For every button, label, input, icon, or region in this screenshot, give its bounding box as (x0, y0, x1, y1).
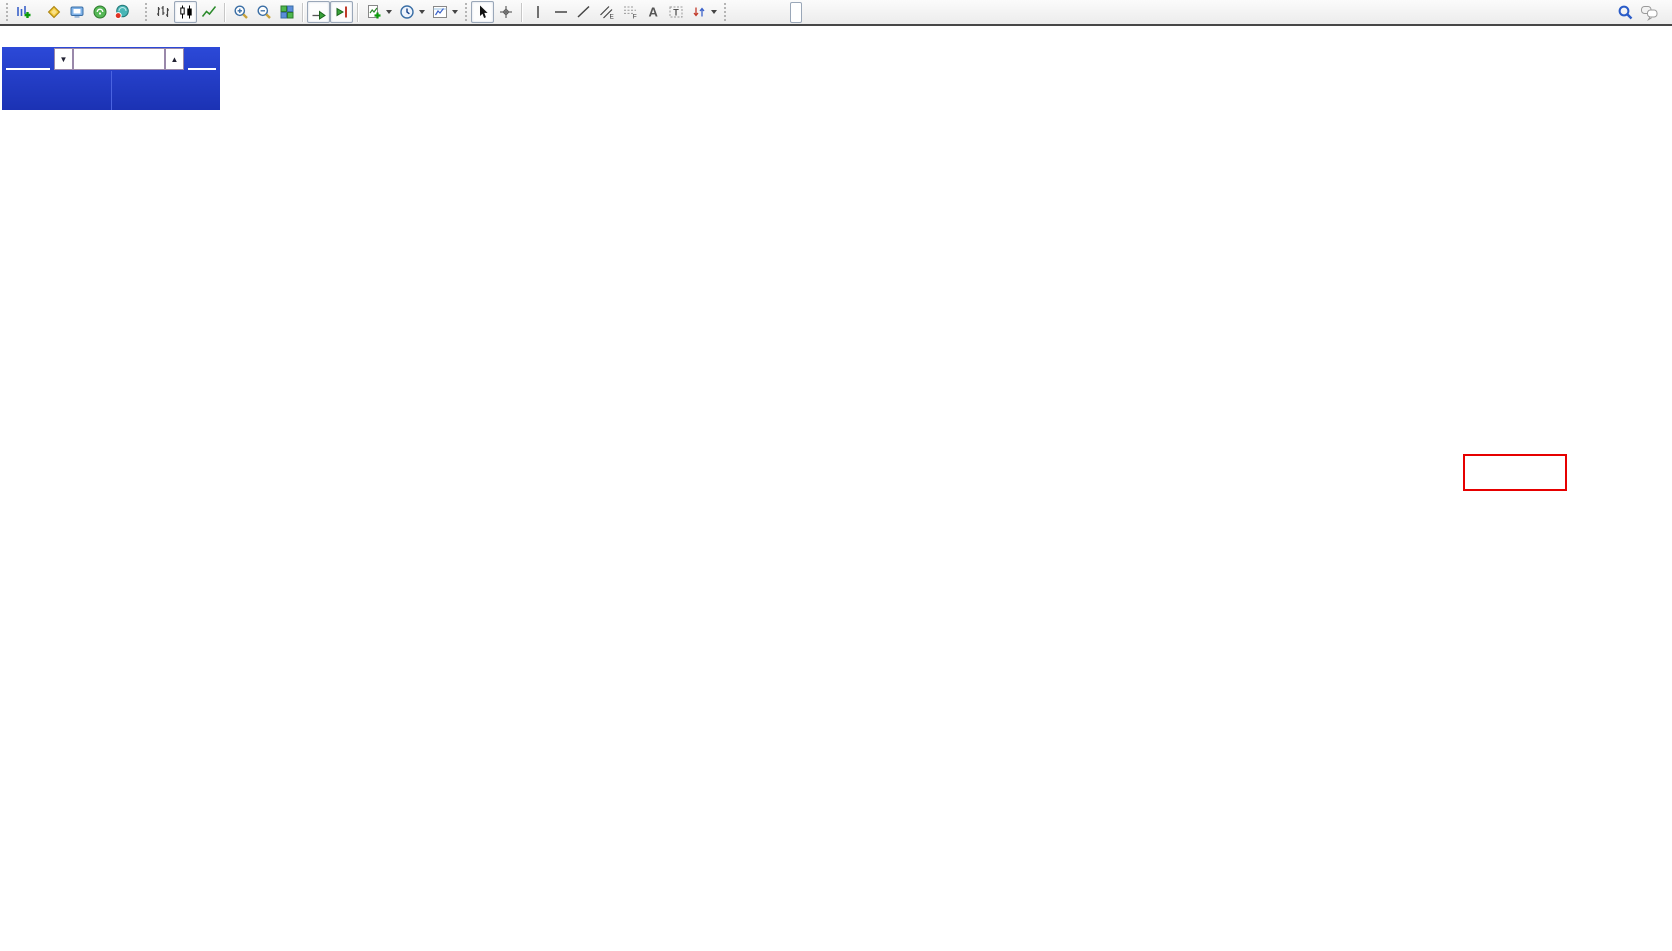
indicators-dropdown-caret[interactable] (386, 10, 392, 14)
new-order-icon (15, 4, 31, 20)
vertical-line-icon (530, 4, 546, 20)
indicators-button[interactable] (362, 1, 385, 23)
zoom-in-icon (233, 4, 249, 20)
fibonacci-icon: F (622, 4, 638, 20)
toolbar-grip[interactable] (6, 3, 8, 21)
text-label-button[interactable]: T (664, 1, 687, 23)
text-icon: A (645, 4, 661, 20)
bar-chart-icon (155, 4, 171, 20)
clock-icon (399, 4, 415, 20)
sell-underline (6, 68, 50, 70)
auto-scroll-button[interactable] (307, 1, 330, 23)
line-chart-icon (201, 4, 217, 20)
buy-button[interactable] (184, 47, 220, 71)
timeframe-h4-button[interactable] (790, 2, 802, 23)
macd-label (4, 570, 22, 606)
zoom-out-button[interactable] (252, 1, 275, 23)
svg-text:F: F (632, 14, 636, 21)
arrows-button[interactable] (687, 1, 710, 23)
fibonacci-button[interactable]: F (618, 1, 641, 23)
equidistant-channel-icon: E (599, 4, 615, 20)
toolbar-separator (224, 3, 225, 22)
line-chart-button[interactable] (197, 1, 220, 23)
search-icon (1617, 4, 1634, 21)
buy-underline (188, 68, 216, 70)
crosshair-button[interactable] (494, 1, 517, 23)
price-callout-box[interactable] (1463, 454, 1567, 491)
timeframe-w1-button[interactable] (814, 2, 826, 23)
templates-button[interactable] (428, 1, 451, 23)
trendline-icon (576, 4, 592, 20)
timeframe-h1-button[interactable] (778, 2, 790, 23)
periods-dropdown-caret[interactable] (419, 10, 425, 14)
timeframe-mn-button[interactable] (826, 2, 838, 23)
volume-input[interactable] (73, 48, 165, 70)
arrows-dropdown-caret[interactable] (711, 10, 717, 14)
bar-chart-button[interactable] (151, 1, 174, 23)
buy-price[interactable] (112, 71, 221, 110)
new-order-button[interactable] (12, 1, 42, 23)
toolbar-grip[interactable] (724, 3, 726, 21)
toolbar-grip[interactable] (465, 3, 467, 21)
monitor-icon (69, 4, 85, 20)
horizontal-line-button[interactable] (549, 1, 572, 23)
candlestick-chart-button[interactable] (174, 1, 197, 23)
chart-shift-button[interactable] (330, 1, 353, 23)
chart-canvas[interactable] (0, 0, 1672, 951)
rsi-label (4, 772, 19, 808)
zoom-out-icon (256, 4, 272, 20)
signal-icon (92, 4, 108, 20)
terminal-button[interactable] (65, 1, 88, 23)
signal-button[interactable] (88, 1, 111, 23)
toolbar-separator (302, 3, 303, 22)
timeframe-m15-button[interactable] (754, 2, 766, 23)
indicators-icon (366, 4, 382, 20)
periods-button[interactable] (395, 1, 418, 23)
svg-text:E: E (609, 14, 614, 21)
toolbar-grip[interactable] (145, 3, 147, 21)
gold-icon (46, 4, 62, 20)
toolbar: E F A T (0, 0, 1672, 26)
equidistant-channel-button[interactable]: E (595, 1, 618, 23)
tile-windows-button[interactable] (275, 1, 298, 23)
timeframe-m5-button[interactable] (742, 2, 754, 23)
vertical-line-button[interactable] (526, 1, 549, 23)
template-icon (432, 4, 448, 20)
cursor-icon (475, 4, 491, 20)
chat-icon (1640, 4, 1659, 21)
toolbar-separator (521, 3, 522, 22)
chat-button[interactable] (1637, 1, 1662, 23)
sell-price[interactable] (2, 71, 112, 110)
horizontal-line-icon (553, 4, 569, 20)
chart-shift-icon (334, 4, 350, 20)
zoom-in-button[interactable] (229, 1, 252, 23)
autotrading-icon (114, 4, 130, 20)
timeframe-m1-button[interactable] (730, 2, 742, 23)
templates-dropdown-caret[interactable] (452, 10, 458, 14)
text-label-icon: T (668, 4, 684, 20)
volume-increase-button[interactable]: ▲ (165, 48, 184, 70)
sell-button[interactable] (2, 47, 54, 71)
candlestick-chart-icon (178, 4, 194, 20)
cursor-button[interactable] (471, 1, 494, 23)
trendline-button[interactable] (572, 1, 595, 23)
svg-text:A: A (648, 5, 658, 20)
toolbar-separator (357, 3, 358, 22)
volume-decrease-button[interactable]: ▼ (54, 48, 73, 70)
arrows-icon (691, 4, 707, 20)
text-button[interactable]: A (641, 1, 664, 23)
mt4-terminal: E F A T (0, 0, 1672, 951)
timeframe-m30-button[interactable] (766, 2, 778, 23)
autotrading-button[interactable] (111, 1, 141, 23)
tile-windows-icon (279, 4, 295, 20)
auto-scroll-icon (311, 4, 327, 20)
one-click-trading-panel: ▼ ▲ (2, 47, 220, 110)
timeframe-d1-button[interactable] (802, 2, 814, 23)
crosshair-icon (498, 4, 514, 20)
search-button[interactable] (1614, 1, 1637, 23)
svg-text:T: T (673, 8, 679, 18)
gold-button[interactable] (42, 1, 65, 23)
